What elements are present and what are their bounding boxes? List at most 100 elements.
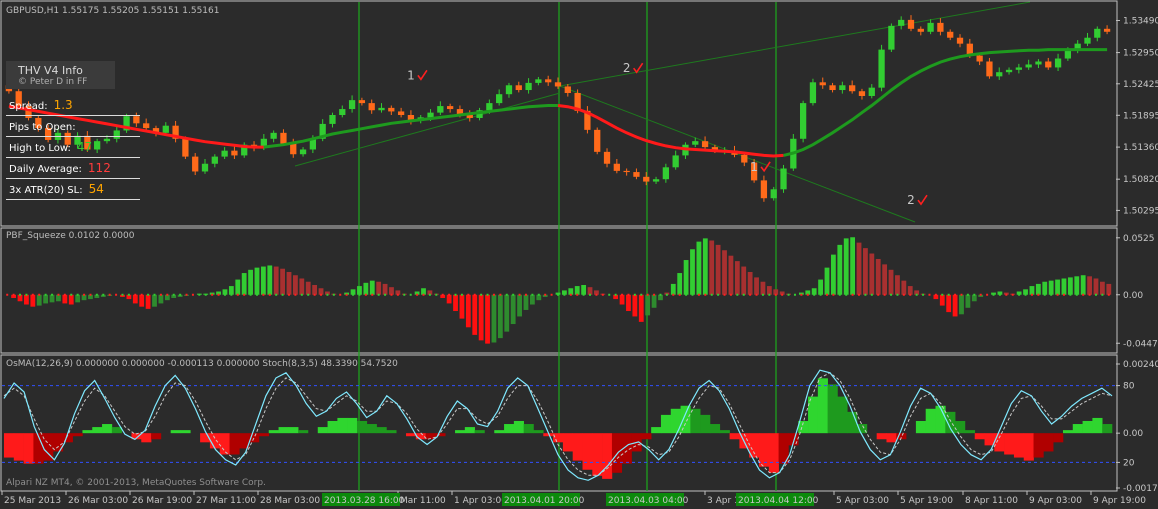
squeeze-dot: [941, 293, 944, 296]
squeeze-dot: [806, 293, 809, 296]
squeeze-dot: [550, 293, 553, 296]
osma-bar: [680, 405, 691, 434]
candle-body: [662, 167, 669, 180]
info-row: Spread: 1.3: [6, 95, 140, 116]
candle-body: [907, 19, 915, 29]
squeeze-dot: [147, 293, 150, 296]
osma-pane-header: OsMA(12,26,9) 0.000000 0.000000 -0.00011…: [6, 359, 398, 369]
squeeze-dot: [793, 293, 796, 296]
broker-footer: Alpari NZ MT4, © 2001-2013, MetaQuotes S…: [6, 478, 266, 488]
squeeze-dot: [332, 293, 335, 296]
osma-bar: [964, 430, 976, 434]
squeeze-dot: [492, 293, 495, 296]
squeeze-dot: [890, 293, 893, 296]
squeeze-dot: [614, 293, 617, 296]
osma-bar: [729, 433, 740, 440]
squeeze-dot: [326, 293, 329, 296]
osma-bar: [768, 433, 779, 473]
osma-bar: [92, 427, 103, 434]
squeeze-dot: [896, 293, 899, 296]
candle-body: [799, 103, 807, 139]
osma-bar: [611, 433, 623, 473]
squeeze-dot: [685, 293, 688, 296]
osma-bar: [151, 433, 162, 440]
osma-bar: [4, 433, 15, 458]
squeeze-dot: [800, 293, 803, 296]
osma-bar: [1053, 433, 1064, 443]
squeeze-dot: [313, 293, 316, 296]
wave-label: 2: [907, 193, 915, 207]
squeeze-dot: [518, 293, 521, 296]
squeeze-dot: [185, 293, 188, 296]
time-tick-label: 9 Apr 03:00: [1029, 496, 1082, 506]
squeeze-dot: [672, 293, 675, 296]
info-row-label: Spread:: [9, 101, 48, 112]
osma-bar: [641, 433, 652, 440]
time-tick-label: 3 Apr 1: [707, 496, 740, 506]
squeeze-dot: [396, 293, 399, 296]
osma-bar: [955, 420, 966, 434]
info-panel: THV V4 Info © Peter D in FF Spread: 1.3 Pi…: [6, 61, 140, 200]
info-panel-rows: Spread: 1.3 Pips to Open: High to Low: 47 Dai…: [6, 95, 140, 200]
time-tick-label: Mar 11:00: [400, 496, 446, 506]
candle-body: [486, 103, 493, 111]
candle-body: [270, 132, 277, 139]
candle-body: [290, 143, 297, 155]
chart-canvas[interactable]: 1 2 1 2 1.53490 1.52950 1.52425 1.51895 1.51360…: [0, 0, 1158, 509]
squeeze-dot: [524, 293, 527, 296]
osma-bar: [337, 417, 348, 434]
osma-bar: [298, 430, 309, 434]
osma-tick-label: 80: [1123, 382, 1135, 392]
candle-body: [535, 79, 542, 83]
squeeze-dot: [416, 293, 419, 296]
candle-body: [603, 151, 611, 164]
candle-body: [741, 154, 748, 163]
squeeze-dot: [928, 293, 931, 296]
squeeze-dot: [159, 293, 162, 296]
squeeze-dot: [249, 293, 252, 296]
candle-body: [1084, 37, 1091, 44]
info-row-value: 112: [87, 161, 111, 175]
time-tick-label: 1 Apr 03:00: [454, 496, 507, 506]
candle-body: [564, 86, 571, 94]
candle-body: [858, 91, 866, 96]
squeeze-dot: [191, 293, 194, 296]
candle-body: [594, 129, 601, 152]
squeeze-dot: [217, 293, 220, 296]
squeeze-dot: [858, 293, 861, 296]
squeeze-dot: [454, 293, 457, 296]
squeeze-dot: [403, 293, 406, 296]
squeeze-dot: [595, 293, 598, 296]
squeeze-dot: [243, 293, 246, 296]
squeeze-dot: [31, 293, 34, 296]
squeeze-dot: [653, 293, 656, 296]
squeeze-dot: [486, 293, 489, 296]
squeeze-dot: [742, 293, 745, 296]
osma-bar: [1013, 433, 1025, 458]
osma-bar: [1033, 433, 1044, 458]
candle-body: [1005, 69, 1013, 73]
osma-bar: [690, 408, 701, 434]
candle-body: [299, 149, 307, 155]
candle-body: [770, 189, 777, 199]
squeeze-dot: [678, 293, 681, 296]
candle-body: [545, 79, 552, 83]
osma-bar: [376, 427, 387, 434]
squeeze-dot: [19, 293, 22, 296]
price-pane-header: GBPUSD,H1 1.55175 1.55205 1.55151 1.5516…: [6, 6, 219, 16]
osma-bar: [1082, 420, 1093, 434]
squeeze-dot: [813, 293, 816, 296]
squeeze-dot: [166, 293, 169, 296]
osma-tick-label: 20: [1123, 458, 1135, 468]
time-tick-label: 5 Apr 19:00: [900, 496, 953, 506]
info-row: High to Low: 47: [6, 137, 140, 158]
squeeze-dot: [717, 293, 720, 296]
time-tick-label: 27 Mar 11:00: [196, 496, 256, 506]
squeeze-dot: [768, 293, 771, 296]
osma-bar: [808, 396, 819, 434]
osma-bar: [23, 433, 34, 464]
candle-body: [515, 85, 522, 91]
squeeze-dot: [659, 293, 662, 296]
osma-bar: [837, 396, 848, 434]
squeeze-dot: [569, 293, 572, 296]
